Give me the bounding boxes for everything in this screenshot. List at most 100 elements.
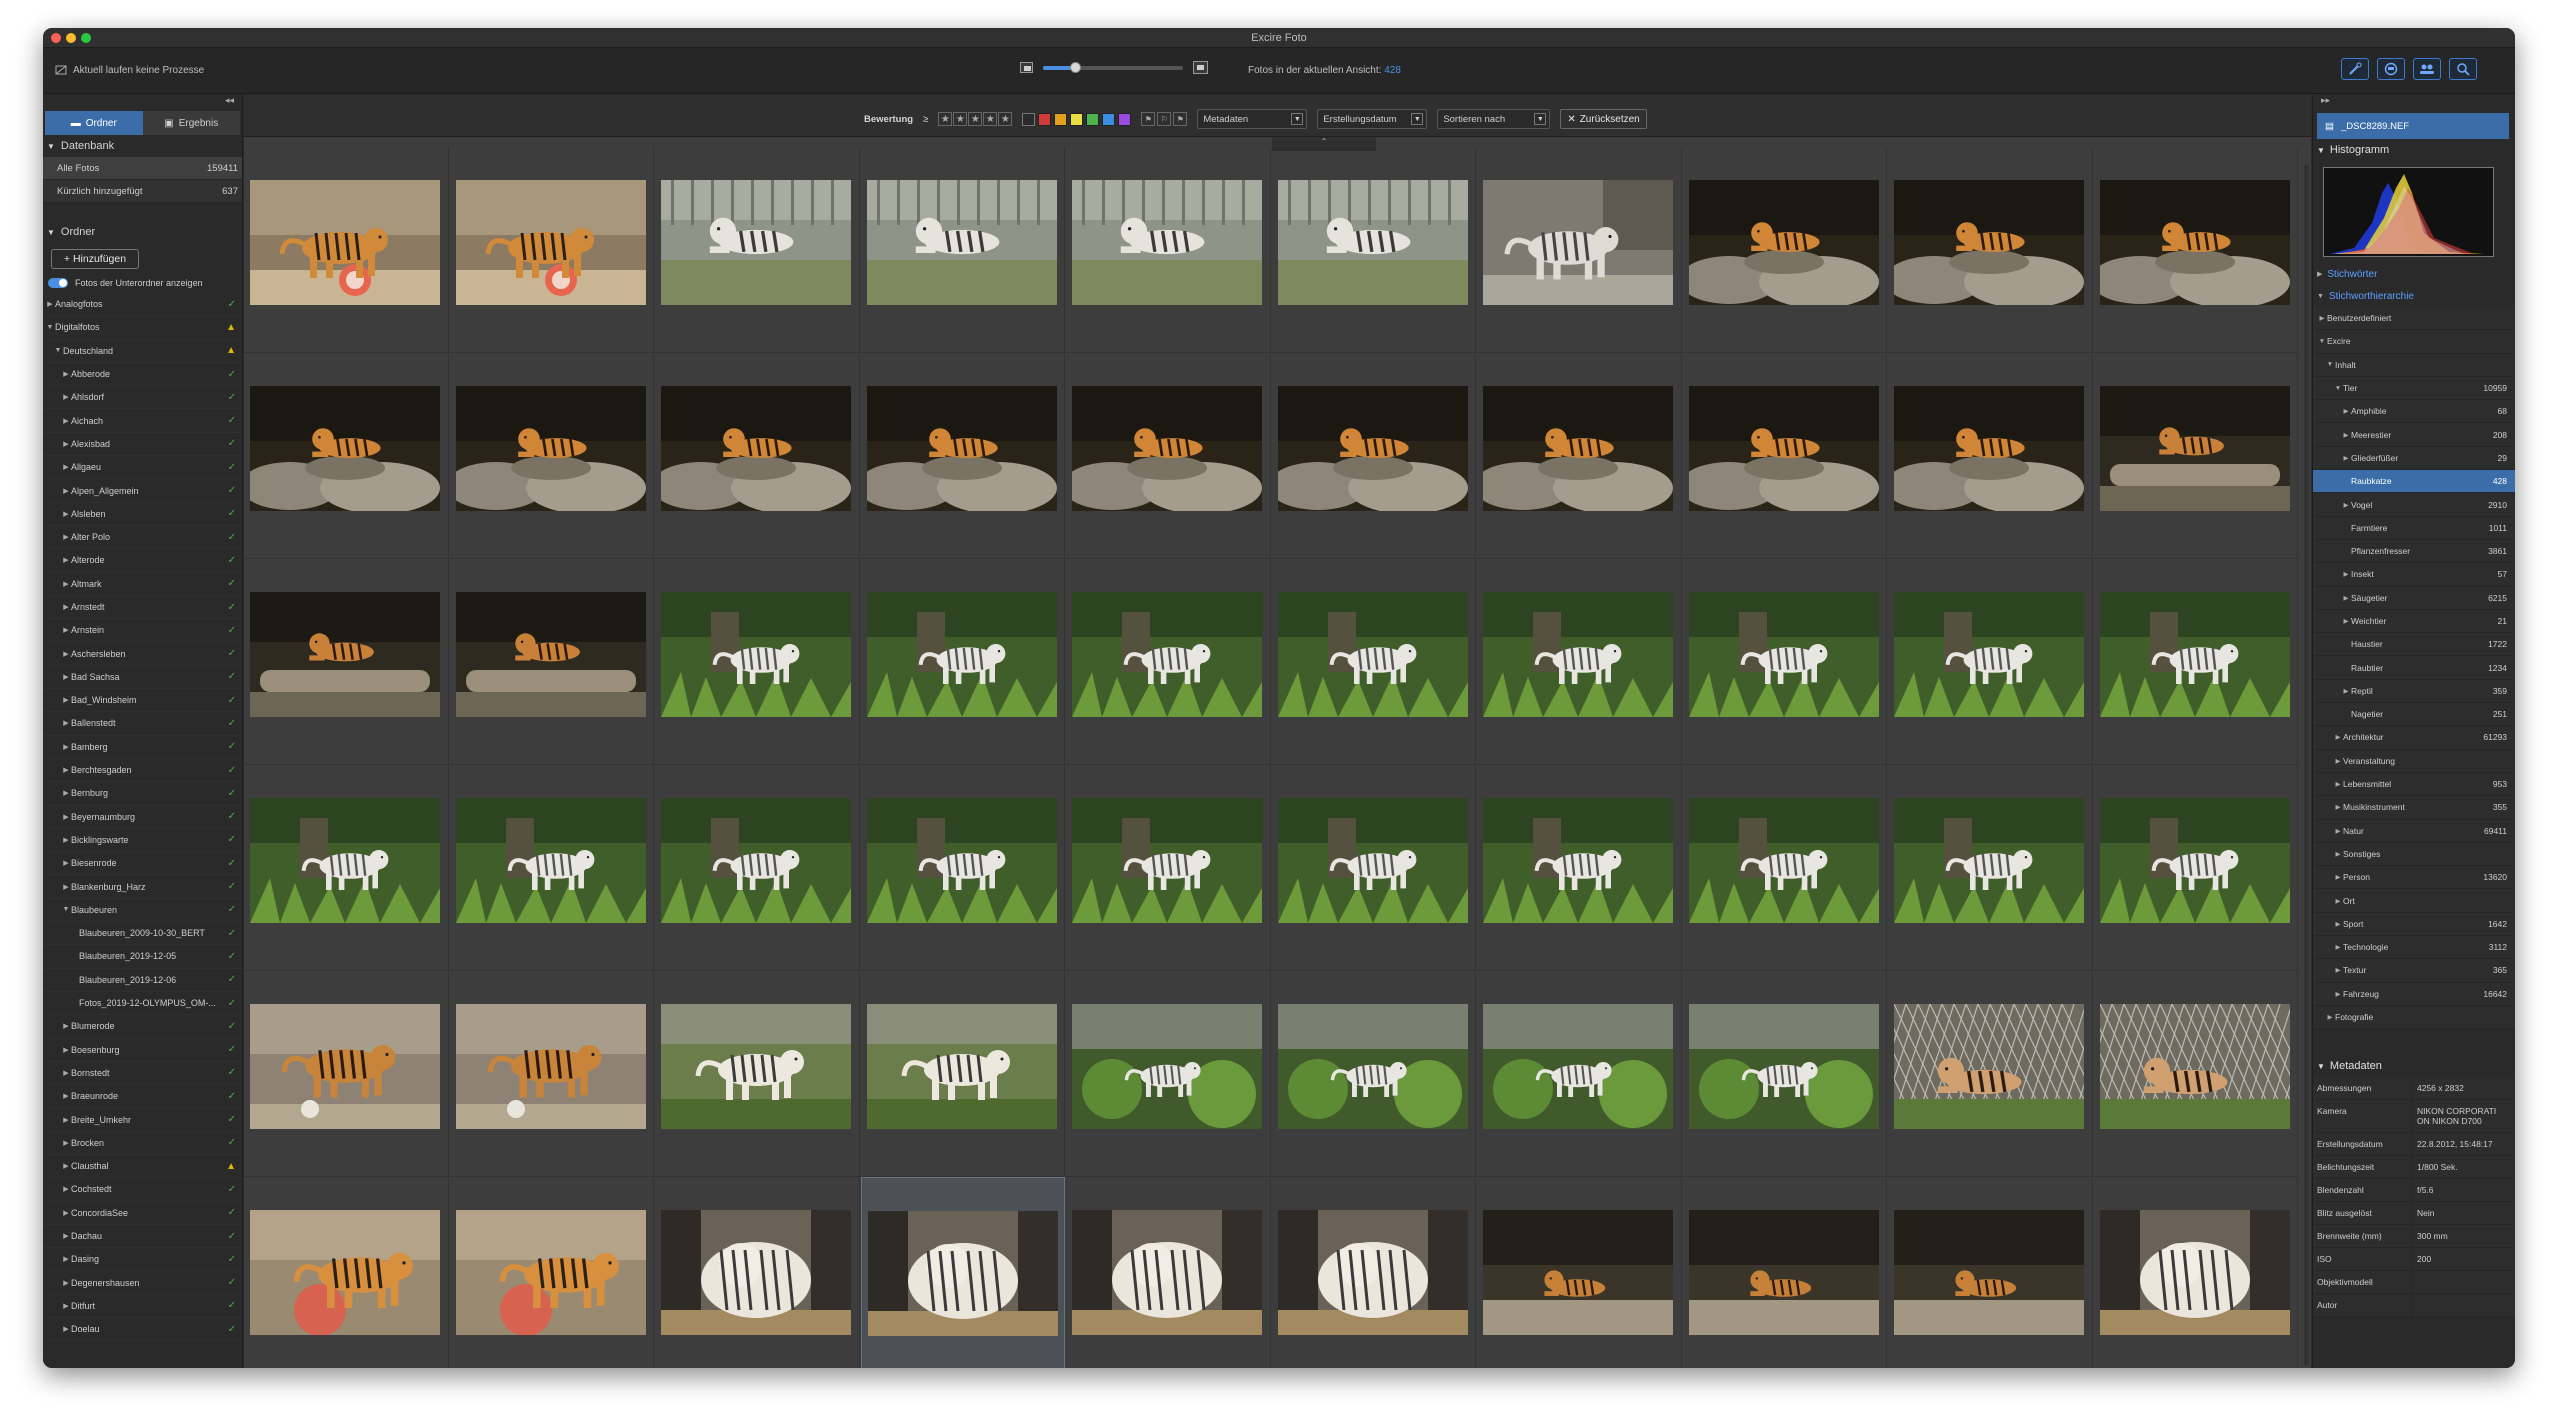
photo-thumbnail[interactable] [2099, 386, 2290, 511]
keyword-tree-item[interactable]: ▶ Musikinstrument 355 [2313, 796, 2515, 820]
photo-thumbnail[interactable] [1894, 386, 2084, 511]
keyword-tree-item[interactable]: ▶ Reptil 359 [2313, 679, 2515, 704]
thumbnail-cell[interactable] [860, 971, 1065, 1177]
photo-thumbnail[interactable] [1483, 386, 1673, 511]
photo-thumbnail[interactable] [1072, 798, 1262, 923]
photo-thumbnail[interactable] [1277, 798, 1468, 923]
thumbnail-cell[interactable] [244, 1177, 449, 1368]
thumbnail-cell[interactable] [449, 147, 654, 353]
photo-thumbnail[interactable] [661, 592, 851, 717]
chevron-right-icon[interactable]: ▶ [45, 300, 55, 308]
chevron-right-icon[interactable]: ▶ [2317, 314, 2327, 322]
thumbnail-cell[interactable] [2093, 353, 2298, 559]
photo-thumbnail[interactable] [455, 592, 646, 717]
chevron-right-icon[interactable]: ▶ [61, 719, 71, 727]
chevron-right-icon[interactable]: ▶ [2333, 990, 2343, 998]
photo-thumbnail[interactable] [455, 1004, 646, 1129]
photo-thumbnail[interactable] [2099, 180, 2290, 305]
photo-thumbnail[interactable] [1894, 180, 2084, 305]
photo-thumbnail[interactable] [1894, 592, 2084, 717]
chevron-right-icon[interactable]: ▶ [61, 417, 71, 425]
thumbnail-cell[interactable] [1682, 147, 1887, 353]
thumbnail-cell[interactable] [1477, 765, 1682, 971]
keyword-tree-item[interactable]: ▶ Architektur 61293 [2313, 726, 2515, 750]
photo-thumbnail[interactable] [455, 798, 646, 923]
chevron-right-icon[interactable]: ▶ [61, 370, 71, 378]
thumbnail-cell[interactable] [655, 765, 860, 971]
chevron-right-icon[interactable]: ▶ [61, 650, 71, 658]
chevron-down-icon[interactable]: ▼ [45, 324, 55, 331]
photo-thumbnail[interactable] [1072, 592, 1262, 717]
thumbnail-cell[interactable] [655, 559, 860, 765]
tab-ergebnis[interactable]: ▣ Ergebnis [142, 111, 240, 135]
chevron-right-icon[interactable]: ▶ [2333, 780, 2343, 788]
chevron-right-icon[interactable]: ▶ [2333, 920, 2343, 928]
folder-tree-item[interactable]: ▼ Deutschland ▲ [43, 340, 242, 363]
chevron-down-icon[interactable]: ▼ [53, 347, 63, 354]
photo-thumbnail[interactable] [1483, 1004, 1673, 1129]
thumbnail-cell[interactable] [449, 353, 654, 559]
chevron-right-icon[interactable]: ▶ [2341, 594, 2351, 602]
photo-thumbnail[interactable] [661, 1004, 851, 1129]
thumbnail-cell[interactable] [1066, 765, 1271, 971]
grid-scrollbar[interactable] [2304, 165, 2309, 1365]
folder-tree-item[interactable]: ▶ Berchtesgaden ✓ [43, 759, 242, 783]
chevron-right-icon[interactable]: ▶ [61, 1139, 71, 1147]
folder-tree-item[interactable]: ▶ Biesenrode ✓ [43, 852, 242, 876]
folder-tree-item[interactable]: ▼ Blaubeuren ✓ [43, 899, 242, 923]
chevron-right-icon[interactable]: ▶ [61, 696, 71, 704]
collapse-left-panel-button[interactable]: ◂◂ [43, 95, 242, 107]
thumbnail-cell[interactable] [1477, 147, 1682, 353]
magic-wand-button[interactable] [2341, 58, 2369, 80]
folder-tree-item[interactable]: ▶ Bad_Windsheim ✓ [43, 689, 242, 713]
photo-thumbnail[interactable] [1277, 1210, 1468, 1335]
thumbnail-cell[interactable] [1271, 971, 1476, 1177]
chevron-right-icon[interactable]: ▶ [61, 1092, 71, 1100]
people-button[interactable] [2413, 58, 2441, 80]
chevron-right-icon[interactable]: ▶ [2333, 897, 2343, 905]
folder-tree-item[interactable]: ▶ Brocken ✓ [43, 1132, 242, 1155]
small-thumbnail-icon[interactable] [1020, 62, 1033, 73]
chevron-right-icon[interactable]: ▶ [2341, 501, 2351, 509]
reset-button[interactable]: ✕ Zurücksetzen [1560, 109, 1647, 129]
hierarchy-header[interactable]: ▼ Stichworthierarchie [2313, 285, 2515, 307]
chevron-right-icon[interactable]: ▶ [61, 510, 71, 518]
folder-tree-item[interactable]: ▶ Dachau ✓ [43, 1225, 242, 1249]
chevron-right-icon[interactable]: ▶ [2333, 803, 2343, 811]
subfolder-toggle[interactable] [48, 278, 68, 288]
thumbnail-cell[interactable] [1066, 353, 1271, 559]
photo-thumbnail[interactable] [661, 1210, 851, 1335]
folder-tree-item[interactable]: Fotos_2019-12-OLYMPUS_OM-... ✓ [43, 992, 242, 1016]
chevron-right-icon[interactable]: ▶ [2325, 1013, 2335, 1021]
thumbnail-cell[interactable] [244, 765, 449, 971]
chevron-right-icon[interactable]: ▶ [61, 533, 71, 541]
keyword-tree-item[interactable]: Raubkatze 428 [2313, 470, 2515, 494]
chevron-right-icon[interactable]: ▶ [2341, 431, 2351, 439]
photo-thumbnail[interactable] [866, 1004, 1057, 1129]
thumbnail-cell[interactable] [1271, 559, 1476, 765]
photo-thumbnail[interactable] [1894, 1210, 2084, 1335]
folder-tree-item[interactable]: ▶ Bad Sachsa ✓ [43, 666, 242, 690]
folder-tree-item[interactable]: ▶ Bernburg ✓ [43, 782, 242, 806]
photo-thumbnail[interactable] [866, 180, 1057, 305]
photo-thumbnail[interactable] [455, 180, 646, 305]
database-section-header[interactable]: ▼ Datenbank [43, 135, 242, 157]
folder-tree-item[interactable]: ▶ Alterode ✓ [43, 549, 242, 573]
photo-thumbnail[interactable] [1688, 592, 1879, 717]
folder-tree-item[interactable]: Blaubeuren_2019-12-05 ✓ [43, 945, 242, 969]
photo-thumbnail[interactable] [1688, 386, 1879, 511]
flag-icon[interactable]: ⚑ [1173, 112, 1188, 126]
chevron-right-icon[interactable]: ▶ [61, 1302, 71, 1310]
chevron-right-icon[interactable]: ▶ [2333, 733, 2343, 741]
thumbnail-cell[interactable] [2094, 1177, 2298, 1368]
photo-thumbnail[interactable] [1483, 798, 1673, 923]
histogram-header[interactable]: ▼ Histogramm [2313, 139, 2515, 161]
color-label-swatch[interactable] [1102, 112, 1116, 126]
folder-tree-item[interactable]: ▶ Dasing ✓ [43, 1248, 242, 1272]
thumbnail-cell[interactable] [1477, 971, 1682, 1177]
thumbnail-cell[interactable] [2093, 765, 2298, 971]
slider-knob[interactable] [1069, 61, 1081, 73]
minimize-window-button[interactable] [66, 33, 76, 43]
chevron-right-icon[interactable]: ▶ [2333, 873, 2343, 881]
chevron-down-icon[interactable]: ▼ [2317, 338, 2327, 345]
